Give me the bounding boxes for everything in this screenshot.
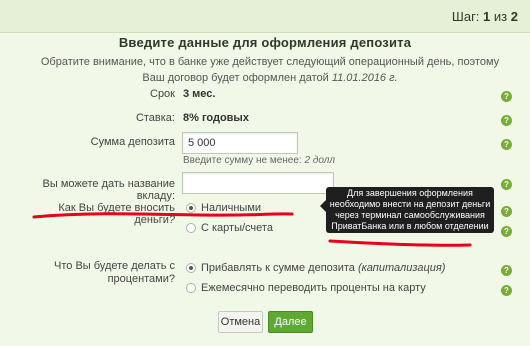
- underline-deposit-method: [32, 212, 294, 219]
- underline-tooltip: [328, 239, 472, 247]
- red-annotation-strokes: [32, 212, 472, 247]
